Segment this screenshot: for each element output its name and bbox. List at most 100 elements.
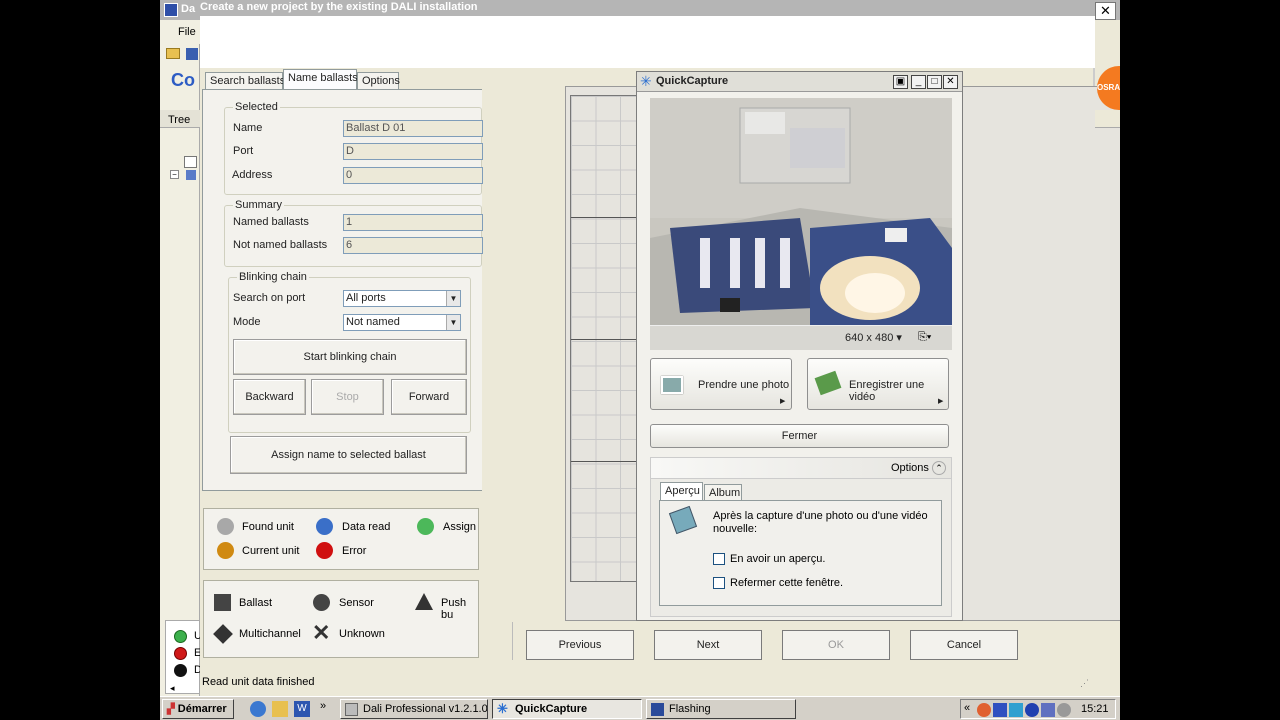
tray-monitor-icon[interactable] [993, 703, 1007, 717]
minimize-icon[interactable]: _ [911, 75, 926, 89]
task-dali-professional[interactable]: Dali Professional v1.2.1.0 [340, 699, 488, 719]
selected-group: Selected Name Ballast D 01 Port D Addres… [224, 101, 483, 195]
tray-expand-icon[interactable]: « [964, 702, 970, 714]
name-field[interactable]: Ballast D 01 [343, 120, 483, 137]
current-unit-icon [217, 542, 234, 559]
settings-icon[interactable]: ▣ [893, 75, 908, 89]
tray-bluetooth-icon[interactable] [1025, 703, 1039, 717]
sensor-circle-icon [313, 594, 330, 611]
preview-checkbox[interactable] [713, 553, 725, 565]
task-quickcapture[interactable]: ✳ QuickCapture [492, 699, 642, 719]
quicklaunch-more-icon[interactable]: » [320, 700, 326, 712]
assign-icon [417, 518, 434, 535]
app-logo-text: Co [171, 70, 195, 90]
chevron-down-icon[interactable]: ▼ [446, 291, 460, 306]
push-button-triangle-icon [415, 593, 433, 610]
named-ballasts-field: 1 [343, 214, 483, 231]
address-field[interactable]: 0 [343, 167, 483, 184]
previous-button[interactable]: Previous [526, 630, 634, 660]
start-button[interactable]: ▞ Démarrer [162, 699, 234, 719]
name-ballasts-panel: Selected Name Ballast D 01 Port D Addres… [202, 89, 483, 491]
folder-icon[interactable] [272, 701, 288, 717]
mode-value: Not named [346, 316, 400, 328]
camera-settings-icon[interactable]: ⎘▾ [918, 331, 944, 345]
take-photo-button[interactable]: Prendre une photo ▶ [650, 358, 792, 410]
right-header-strip [1095, 110, 1120, 128]
panel-divider [512, 622, 513, 660]
preview-toolbar: 640 x 480 ▾ ⎘▾ [650, 325, 952, 350]
close-button[interactable]: Fermer [650, 424, 949, 448]
word-icon[interactable]: W [294, 701, 310, 717]
maximize-icon[interactable]: □ [927, 75, 942, 89]
data-read-label: Data read [342, 521, 391, 533]
collapse-icon[interactable]: ⌃ [932, 461, 946, 475]
stop-button[interactable]: Stop [311, 379, 384, 415]
dali-task-icon [345, 703, 358, 716]
tab-search-ballasts[interactable]: Search ballasts [205, 72, 285, 90]
status-legend: Found unit Current unit Data read Error … [203, 508, 479, 570]
options-description: Après la capture d'une photo ou d'une vi… [713, 510, 928, 535]
port-field[interactable]: D [343, 143, 483, 160]
camera-preview-image [650, 98, 952, 325]
clock: 15:21 [1081, 703, 1109, 715]
home-icon[interactable] [184, 156, 197, 168]
tray-status-icon[interactable] [1041, 703, 1055, 717]
resolution-dropdown[interactable]: 640 x 480 ▾ [845, 331, 902, 344]
tab-preview[interactable]: Aperçu [660, 482, 703, 500]
tray-app-icon[interactable] [977, 703, 991, 717]
preview-checkbox-label: En avoir un aperçu. [730, 553, 826, 565]
task-quickcapture-label: QuickCapture [515, 703, 588, 715]
search-on-port-value: All ports [346, 292, 386, 304]
blinking-chain-group: Blinking chain Search on port All ports … [228, 271, 471, 433]
scroll-left-arrow[interactable]: ◂ [170, 683, 196, 693]
mode-select[interactable]: Not named ▼ [343, 314, 461, 331]
data-read-icon [316, 518, 333, 535]
take-photo-label: Prendre une photo [698, 379, 790, 391]
backward-button[interactable]: Backward [233, 379, 306, 415]
dali-app-icon [164, 3, 178, 17]
tab-options[interactable]: Options [357, 72, 400, 90]
cancel-button[interactable]: Cancel [910, 630, 1018, 660]
camera-preview [650, 98, 952, 325]
system-tray: « 15:21 [960, 699, 1116, 719]
close-icon[interactable]: ✕ [943, 75, 958, 89]
tab-album[interactable]: Album [704, 484, 742, 500]
tray-update-icon[interactable] [1057, 703, 1071, 717]
close-icon[interactable]: ✕ [1095, 2, 1116, 20]
tab-name-ballasts[interactable]: Name ballasts [283, 69, 358, 90]
record-video-button[interactable]: Enregistrer une vidéo ▶ [807, 358, 949, 410]
tray-network-icon[interactable] [1009, 703, 1023, 717]
open-folder-icon[interactable] [166, 48, 180, 59]
close-window-checkbox[interactable] [713, 577, 725, 589]
resize-grip-icon[interactable]: ⋰ [1080, 678, 1089, 689]
options-header[interactable]: Options ⌃ [650, 457, 952, 479]
name-label: Name [233, 122, 263, 134]
wizard-title-bar[interactable]: Create a new project by the existing DAL… [200, 0, 1095, 16]
blinking-chain-label: Blinking chain [237, 271, 309, 283]
start-blinking-chain-button[interactable]: Start blinking chain [233, 339, 467, 375]
ie-icon[interactable] [250, 701, 266, 717]
close-window-checkbox-label: Refermer cette fenêtre. [730, 577, 844, 589]
next-button[interactable]: Next [654, 630, 762, 660]
quickcapture-title: QuickCapture [656, 75, 729, 87]
push-button-label: Push bu [441, 597, 467, 621]
sensor-label: Sensor [339, 597, 374, 609]
ok-button[interactable]: OK [782, 630, 890, 660]
options-label: Options [891, 462, 929, 474]
chevron-down-icon[interactable]: ▼ [446, 315, 460, 330]
task-flashing[interactable]: Flashing [646, 699, 796, 719]
menu-file[interactable]: File [178, 26, 196, 38]
tree-expander[interactable]: − [170, 170, 179, 179]
assign-label: Assign [443, 521, 477, 533]
forward-button[interactable]: Forward [391, 379, 467, 415]
multichannel-diamond-icon [213, 624, 233, 644]
assign-name-button[interactable]: Assign name to selected ballast [230, 436, 467, 474]
chevron-right-icon: ▶ [938, 398, 944, 405]
quickcapture-title-bar[interactable]: ✳ QuickCapture ▣ _ □ ✕ [637, 72, 962, 92]
chevron-right-icon: ▶ [780, 398, 786, 405]
search-on-port-select[interactable]: All ports ▼ [343, 290, 461, 307]
save-icon[interactable] [186, 48, 198, 60]
mode-label: Mode [233, 316, 261, 328]
quickcapture-task-icon: ✳ [497, 701, 508, 716]
tree-node-icon[interactable] [186, 170, 196, 180]
